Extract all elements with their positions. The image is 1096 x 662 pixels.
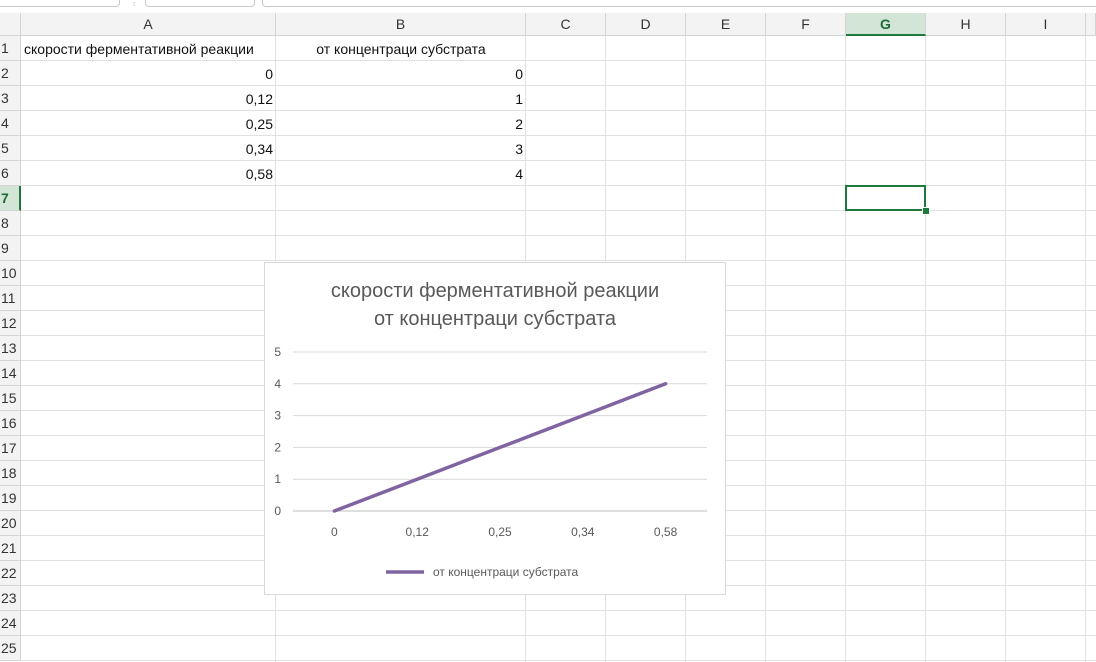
gridline-horizontal	[21, 210, 1096, 211]
y-tick-label: 3	[274, 409, 281, 423]
gridline-horizontal	[21, 260, 1096, 261]
toolbar-strip: ⋮	[0, 0, 1096, 13]
column-header-e[interactable]: E	[686, 13, 766, 36]
cell-b4[interactable]: 2	[276, 111, 526, 136]
column-header-b[interactable]: B	[276, 13, 526, 36]
gridline-vertical	[765, 36, 766, 662]
row-header-11[interactable]: 11	[0, 286, 21, 311]
gridline-vertical	[1085, 36, 1086, 662]
gridline-vertical	[925, 36, 926, 662]
gridline-horizontal	[21, 610, 1096, 611]
gridline-horizontal	[21, 635, 1096, 636]
x-tick-label: 0,34	[571, 525, 595, 539]
y-tick-label: 4	[274, 377, 281, 391]
fill-handle[interactable]	[922, 207, 930, 215]
cell-b1[interactable]: от концентраци субстрата	[276, 36, 526, 61]
column-header-partial[interactable]	[1086, 13, 1096, 36]
y-tick-label: 5	[274, 345, 281, 359]
row-header-12[interactable]: 12	[0, 311, 21, 336]
cell-a5[interactable]: 0,34	[21, 136, 276, 161]
row-header-17[interactable]: 17	[0, 436, 21, 461]
row-header-23[interactable]: 23	[0, 586, 21, 611]
row-header-14[interactable]: 14	[0, 361, 21, 386]
column-header-a[interactable]: A	[21, 13, 276, 36]
cell-b3[interactable]: 1	[276, 86, 526, 111]
row-header-13[interactable]: 13	[0, 336, 21, 361]
cell-b6[interactable]: 4	[276, 161, 526, 186]
line-chart[interactable]: скорости ферментативной реакции от концен…	[264, 262, 726, 595]
row-header-6[interactable]: 6	[0, 161, 21, 186]
gridline-vertical	[845, 36, 846, 662]
name-box[interactable]	[0, 0, 120, 7]
row-header-10[interactable]: 10	[0, 261, 21, 286]
chart-canvas: скорости ферментативной реакции от концен…	[274, 280, 707, 579]
y-tick-label: 2	[274, 440, 281, 454]
cell-a4[interactable]: 0,25	[21, 111, 276, 136]
formula-bar[interactable]	[262, 0, 1096, 7]
gridline-horizontal	[21, 660, 1096, 661]
cell-a3[interactable]: 0,12	[21, 86, 276, 111]
row-header-15[interactable]: 15	[0, 386, 21, 411]
name-box-divider: ⋮	[130, 0, 138, 7]
gridline-horizontal	[21, 235, 1096, 236]
chart-title-line-2: от концентраци субстрата	[374, 308, 617, 330]
row-header-5[interactable]: 5	[0, 136, 21, 161]
row-header-19[interactable]: 19	[0, 486, 21, 511]
gridline-vertical	[1005, 36, 1006, 662]
column-header-g[interactable]: G	[846, 13, 926, 36]
row-header-18[interactable]: 18	[0, 461, 21, 486]
y-tick-label: 0	[274, 504, 281, 518]
x-tick-label: 0	[331, 525, 338, 539]
row-header-25[interactable]: 25	[0, 636, 21, 661]
row-header-7[interactable]: 7	[0, 186, 21, 211]
row-header-8[interactable]: 8	[0, 211, 21, 236]
chart-title-line-1: скорости ферментативной реакции	[331, 280, 659, 302]
active-cell-g7[interactable]	[845, 185, 926, 211]
function-buttons[interactable]	[145, 0, 255, 7]
row-header-20[interactable]: 20	[0, 511, 21, 536]
cell-b5[interactable]: 3	[276, 136, 526, 161]
column-header-h[interactable]: H	[926, 13, 1006, 36]
row-header-9[interactable]: 9	[0, 236, 21, 261]
x-tick-label: 0,12	[406, 525, 430, 539]
legend-label: от концентраци субстрата	[433, 565, 579, 579]
x-tick-label: 0,25	[488, 525, 512, 539]
row-header-21[interactable]: 21	[0, 536, 21, 561]
select-all-corner[interactable]	[0, 13, 21, 36]
x-tick-label: 0,58	[654, 525, 678, 539]
row-header-3[interactable]: 3	[0, 86, 21, 111]
column-header-i[interactable]: I	[1006, 13, 1086, 36]
column-header-c[interactable]: C	[526, 13, 606, 36]
row-header-16[interactable]: 16	[0, 411, 21, 436]
cell-b2[interactable]: 0	[276, 61, 526, 86]
y-tick-label: 1	[274, 472, 281, 486]
row-header-22[interactable]: 22	[0, 561, 21, 586]
column-header-d[interactable]: D	[606, 13, 686, 36]
row-header-24[interactable]: 24	[0, 611, 21, 636]
column-header-f[interactable]: F	[766, 13, 846, 36]
row-header-2[interactable]: 2	[0, 61, 21, 86]
cell-a1[interactable]: скорости ферментативной реакции	[21, 36, 276, 61]
row-header-1[interactable]: 1	[0, 36, 21, 61]
row-header-4[interactable]: 4	[0, 111, 21, 136]
cell-a2[interactable]: 0	[21, 61, 276, 86]
cell-a6[interactable]: 0,58	[21, 161, 276, 186]
